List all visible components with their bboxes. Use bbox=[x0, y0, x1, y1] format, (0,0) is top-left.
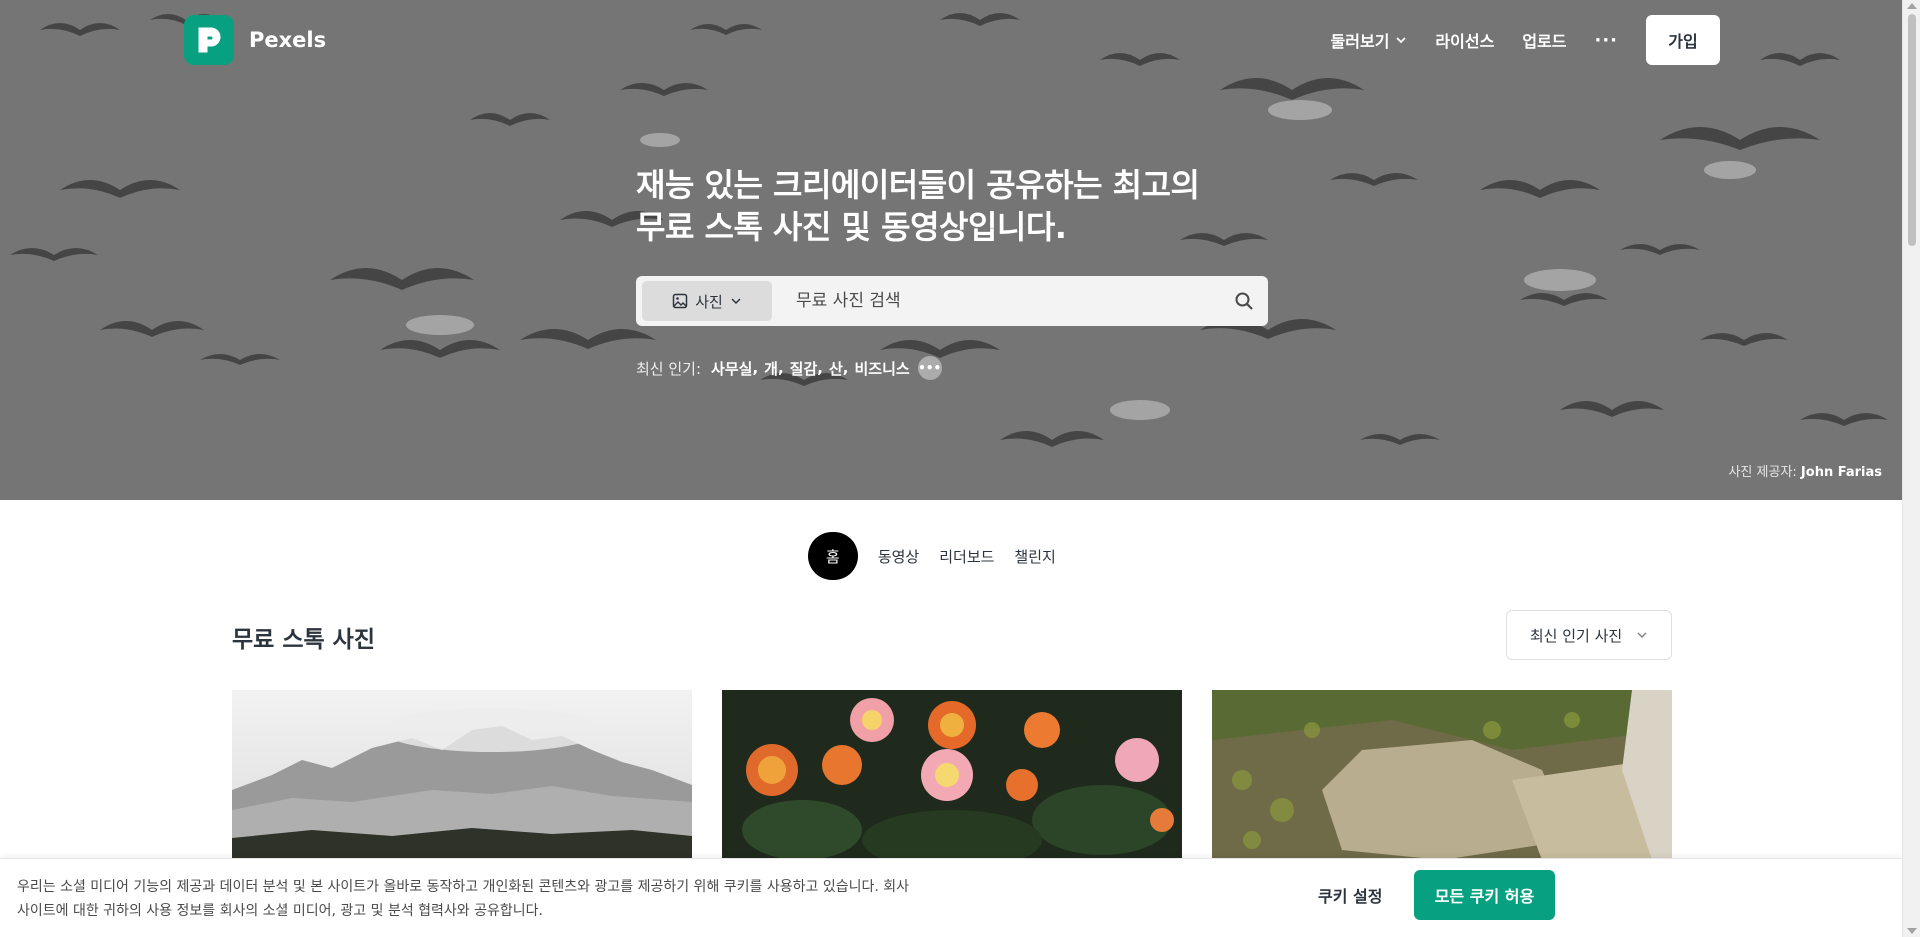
cookie-banner: 우리는 소셜 미디어 기능의 제공과 데이터 분석 및 본 사이트가 올바로 동… bbox=[0, 858, 1902, 937]
sort-dropdown[interactable]: 최신 인기 사진 bbox=[1506, 610, 1672, 660]
trending-item[interactable]: 비즈니스 bbox=[854, 358, 909, 379]
photo-card[interactable] bbox=[1212, 690, 1672, 860]
hero-section: Pexels 둘러보기 라이선스 업로드 ··· 가입 재능 있는 크리에이터들… bbox=[0, 0, 1902, 500]
main-tabs: 홈 동영상 리더보드 챌린지 bbox=[808, 532, 1066, 580]
search-input[interactable] bbox=[772, 276, 1220, 326]
photo-grid bbox=[232, 690, 1672, 860]
tab-challenges[interactable]: 챌린지 bbox=[1004, 532, 1065, 580]
cookie-message-line1: 우리는 소셜 미디어 기능의 제공과 데이터 분석 및 본 사이트가 올바로 동… bbox=[17, 879, 910, 895]
search-button[interactable] bbox=[1220, 276, 1268, 326]
cookie-settings-button[interactable]: 쿠키 설정 bbox=[1318, 883, 1382, 907]
nav-right: 둘러보기 라이선스 업로드 ··· 가입 bbox=[1331, 15, 1720, 65]
scrollbar-thumb[interactable] bbox=[1908, 14, 1916, 246]
chevron-down-icon bbox=[1637, 632, 1647, 638]
trending-separator: , bbox=[777, 359, 784, 377]
trending-searches: 최신 인기: 사무실, 개, 질감, 산, 비즈니스 ••• bbox=[636, 356, 942, 380]
photo-credit[interactable]: 사진 제공자: John Farias bbox=[1728, 461, 1882, 480]
hero-title-line1: 재능 있는 크리에이터들이 공유하는 최고의 bbox=[636, 166, 1200, 204]
top-navigation: Pexels 둘러보기 라이선스 업로드 ··· 가입 bbox=[0, 0, 1902, 80]
trending-label: 최신 인기: bbox=[636, 359, 702, 378]
trending-item[interactable]: 개 bbox=[764, 358, 778, 379]
search-type-dropdown[interactable]: 사진 bbox=[642, 281, 772, 321]
cookie-message-line2: 사이트에 대한 귀하의 사용 정보를 회사의 소셜 미디어, 광고 및 분석 협… bbox=[17, 903, 543, 919]
trending-separator: , bbox=[817, 359, 823, 377]
section-title: 무료 스톡 사진 bbox=[232, 627, 375, 653]
chevron-down-icon bbox=[1396, 37, 1407, 44]
cookie-message: 우리는 소셜 미디어 기능의 제공과 데이터 분석 및 본 사이트가 올바로 동… bbox=[17, 875, 957, 923]
trending-item[interactable]: 질감 bbox=[790, 358, 818, 379]
flowers-photo bbox=[722, 690, 1182, 860]
search-type-label: 사진 bbox=[695, 292, 723, 311]
nav-license-link[interactable]: 라이선스 bbox=[1435, 28, 1494, 52]
scroll-down-arrow-icon[interactable] bbox=[1907, 928, 1917, 934]
trending-separator: , bbox=[842, 359, 849, 377]
trending-more-button[interactable]: ••• bbox=[917, 356, 942, 380]
image-icon bbox=[672, 293, 688, 309]
pexels-logo-icon bbox=[184, 15, 234, 65]
search-bar: 사진 bbox=[636, 276, 1268, 326]
scroll-up-arrow-icon[interactable] bbox=[1907, 3, 1917, 9]
pexels-logo[interactable]: Pexels bbox=[184, 15, 326, 65]
nav-explore-label: 둘러보기 bbox=[1330, 32, 1390, 51]
trending-item[interactable]: 산 bbox=[829, 358, 843, 379]
nav-upload-link[interactable]: 업로드 bbox=[1522, 28, 1566, 52]
sort-label: 최신 인기 사진 bbox=[1529, 626, 1623, 645]
logo-text: Pexels bbox=[249, 28, 327, 52]
trending-item[interactable]: 사무실 bbox=[711, 358, 752, 379]
chevron-down-icon bbox=[731, 298, 741, 305]
search-icon bbox=[1235, 292, 1253, 310]
photo-credit-name: John Farias bbox=[1800, 465, 1882, 480]
trending-separator: , bbox=[752, 359, 759, 377]
hero-title: 재능 있는 크리에이터들이 공유하는 최고의 무료 스톡 사진 및 동영상입니다… bbox=[636, 164, 1276, 248]
accept-all-cookies-button[interactable]: 모든 쿠키 허용 bbox=[1414, 870, 1555, 920]
photo-card[interactable] bbox=[722, 690, 1182, 860]
tab-home[interactable]: 홈 bbox=[808, 532, 858, 580]
cliff-photo bbox=[1212, 690, 1672, 860]
nav-explore-dropdown[interactable]: 둘러보기 bbox=[1331, 28, 1408, 52]
photo-credit-prefix: 사진 제공자: bbox=[1728, 465, 1797, 480]
hero-title-line2: 무료 스톡 사진 및 동영상입니다. bbox=[636, 208, 1067, 246]
more-menu-icon[interactable]: ··· bbox=[1594, 30, 1618, 51]
vertical-scrollbar[interactable] bbox=[1902, 0, 1920, 937]
join-button[interactable]: 가입 bbox=[1646, 15, 1720, 65]
tab-leaderboard[interactable]: 리더보드 bbox=[929, 532, 1004, 580]
tab-videos[interactable]: 동영상 bbox=[868, 532, 929, 580]
photo-card[interactable] bbox=[232, 690, 692, 860]
mountain-photo bbox=[232, 690, 692, 860]
